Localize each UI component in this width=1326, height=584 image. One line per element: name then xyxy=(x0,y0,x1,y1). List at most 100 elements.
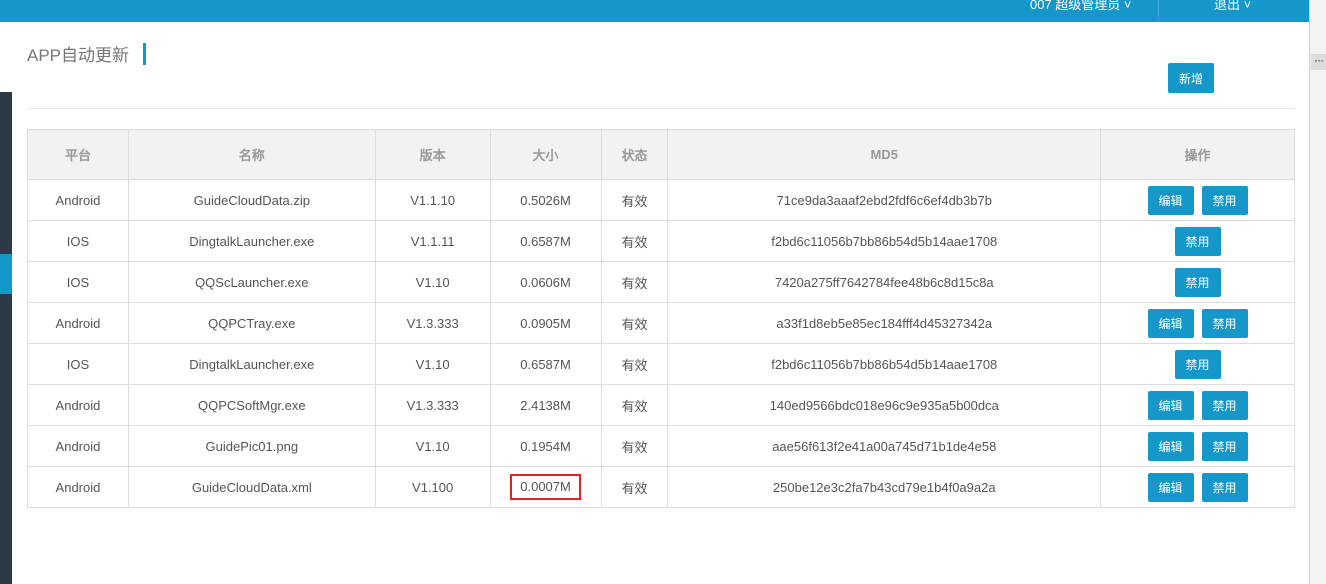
cell-actions: 编辑 禁用 xyxy=(1100,384,1295,426)
cell-actions: 编辑 禁用 xyxy=(1100,302,1295,344)
edit-button[interactable]: 编辑 xyxy=(1147,185,1194,215)
cell-size: 0.5026M xyxy=(489,179,602,221)
cell-actions: 编辑 禁用 xyxy=(1100,466,1295,508)
cell-status: 有效 xyxy=(600,425,669,467)
action-buttons: 禁用 xyxy=(1101,349,1294,379)
header-platform: 平台 xyxy=(27,129,129,180)
cell-size: 0.0905M xyxy=(489,302,602,344)
more-icon[interactable]: ··· xyxy=(1311,54,1326,70)
cell-status: 有效 xyxy=(600,220,669,262)
action-buttons: 编辑 禁用 xyxy=(1101,390,1294,420)
cell-status: 有效 xyxy=(600,466,669,508)
cell-size: 0.1954M xyxy=(489,425,602,467)
cell-size: 0.6587M xyxy=(489,343,602,385)
cell-version: V1.10 xyxy=(374,343,491,385)
table-row: IOS DingtalkLauncher.exe V1.1.11 0.6587M 有效 f… xyxy=(27,220,1295,262)
cell-name: DingtalkLauncher.exe xyxy=(127,220,376,262)
cell-platform: Android xyxy=(27,302,129,344)
cell-md5: f2bd6c11056b7bb86b54d5b14aae1708 xyxy=(667,343,1102,385)
table-row: Android QQPCSoftMgr.exe V1.3.333 2.4138M 有效 1… xyxy=(27,384,1295,426)
cell-platform: IOS xyxy=(27,261,129,303)
user-menu[interactable]: 007 超级管理员 ˅ xyxy=(1030,0,1132,13)
cell-name: DingtalkLauncher.exe xyxy=(127,343,376,385)
cell-platform: Android xyxy=(27,384,129,426)
cell-md5: 140ed9566bdc018e96c9e935a5b00dca xyxy=(667,384,1102,426)
disable-button[interactable]: 禁用 xyxy=(1201,431,1248,461)
size-highlight-box: 0.0007M xyxy=(510,474,581,500)
cell-platform: IOS xyxy=(27,220,129,262)
logout-menu[interactable]: 退出 ˅ xyxy=(1214,0,1251,13)
header-version: 版本 xyxy=(374,129,491,180)
cell-name: GuidePic01.png xyxy=(127,425,376,467)
cell-md5: f2bd6c11056b7bb86b54d5b14aae1708 xyxy=(667,220,1102,262)
table-row: IOS QQScLauncher.exe V1.10 0.0606M 有效 7420a27… xyxy=(27,261,1295,303)
action-buttons: 编辑 禁用 xyxy=(1101,431,1294,461)
sidebar-dark-area xyxy=(0,92,12,584)
header-divider xyxy=(27,108,1295,109)
sidebar-active-indicator[interactable] xyxy=(0,254,12,294)
cell-version: V1.10 xyxy=(374,425,491,467)
top-navbar: 007 超级管理员 ˅ 退出 ˅ xyxy=(0,0,1310,22)
table-header-row: 平台 名称 版本 大小 状态 MD5 操作 xyxy=(27,129,1295,180)
table-row: Android QQPCTray.exe V1.3.333 0.0905M 有效 a33f… xyxy=(27,302,1295,344)
action-buttons: 禁用 xyxy=(1101,267,1294,297)
cell-platform: IOS xyxy=(27,343,129,385)
action-buttons: 禁用 xyxy=(1101,226,1294,256)
app-update-table: 平台 名称 版本 大小 状态 MD5 操作 Android GuideCloudData.zi… xyxy=(27,129,1295,508)
right-gutter xyxy=(1310,0,1326,584)
cell-md5: 71ce9da3aaaf2ebd2fdf6c6ef4db3b7b xyxy=(667,179,1102,221)
disable-button[interactable]: 禁用 xyxy=(1174,226,1221,256)
disable-button[interactable]: 禁用 xyxy=(1201,308,1248,338)
cell-version: V1.3.333 xyxy=(374,384,491,426)
table-row: Android GuidePic01.png V1.10 0.1954M 有效 aae56… xyxy=(27,425,1295,467)
cell-md5: aae56f613f2e41a00a745d71b1de4e58 xyxy=(667,425,1102,467)
edit-button[interactable]: 编辑 xyxy=(1147,472,1194,502)
edit-button[interactable]: 编辑 xyxy=(1147,390,1194,420)
cell-version: V1.10 xyxy=(374,261,491,303)
cell-size: 0.0007M xyxy=(489,466,602,508)
title-accent-bar xyxy=(143,42,147,65)
cell-name: GuideCloudData.zip xyxy=(127,179,376,221)
page-title-text: APP自动更新 xyxy=(27,46,130,65)
cell-version: V1.1.10 xyxy=(374,179,491,221)
cell-actions: 禁用 xyxy=(1100,220,1295,262)
header-name: 名称 xyxy=(127,129,376,180)
cell-actions: 禁用 xyxy=(1100,261,1295,303)
cell-actions: 禁用 xyxy=(1100,343,1295,385)
disable-button[interactable]: 禁用 xyxy=(1201,472,1248,502)
cell-actions: 编辑 禁用 xyxy=(1100,179,1295,221)
cell-platform: Android xyxy=(27,425,129,467)
disable-button[interactable]: 禁用 xyxy=(1201,185,1248,215)
disable-button[interactable]: 禁用 xyxy=(1174,267,1221,297)
edit-button[interactable]: 编辑 xyxy=(1147,308,1194,338)
header-size: 大小 xyxy=(489,129,602,180)
edit-button[interactable]: 编辑 xyxy=(1147,431,1194,461)
cell-md5: 7420a275ff7642784fee48b6c8d15c8a xyxy=(667,261,1102,303)
cell-status: 有效 xyxy=(600,179,669,221)
disable-button[interactable]: 禁用 xyxy=(1174,349,1221,379)
header-actions: 操作 xyxy=(1100,129,1295,180)
cell-size: 0.0606M xyxy=(489,261,602,303)
navbar-divider xyxy=(1158,0,1159,22)
cell-size: 0.6587M xyxy=(489,220,602,262)
table-row: Android GuideCloudData.zip V1.1.10 0.5026M 有… xyxy=(27,179,1295,221)
table-row: IOS DingtalkLauncher.exe V1.10 0.6587M 有效 f2b… xyxy=(27,343,1295,385)
action-buttons: 编辑 禁用 xyxy=(1101,185,1294,215)
sidebar-edge xyxy=(0,22,12,584)
cell-version: V1.3.333 xyxy=(374,302,491,344)
cell-version: V1.100 xyxy=(374,466,491,508)
cell-md5: 250be12e3c2fa7b43cd79e1b4f0a9a2a xyxy=(667,466,1102,508)
cell-version: V1.1.11 xyxy=(374,220,491,262)
cell-name: QQPCTray.exe xyxy=(127,302,376,344)
add-button[interactable]: 新增 xyxy=(1168,63,1214,93)
table-body: Android GuideCloudData.zip V1.1.10 0.5026M 有… xyxy=(27,179,1295,508)
action-buttons: 编辑 禁用 xyxy=(1101,472,1294,502)
cell-status: 有效 xyxy=(600,302,669,344)
cell-platform: Android xyxy=(27,466,129,508)
cell-actions: 编辑 禁用 xyxy=(1100,425,1295,467)
cell-name: QQPCSoftMgr.exe xyxy=(127,384,376,426)
cell-name: QQScLauncher.exe xyxy=(127,261,376,303)
disable-button[interactable]: 禁用 xyxy=(1201,390,1248,420)
table-row: Android GuideCloudData.xml V1.100 0.0007M 有效… xyxy=(27,466,1295,508)
cell-name: GuideCloudData.xml xyxy=(127,466,376,508)
